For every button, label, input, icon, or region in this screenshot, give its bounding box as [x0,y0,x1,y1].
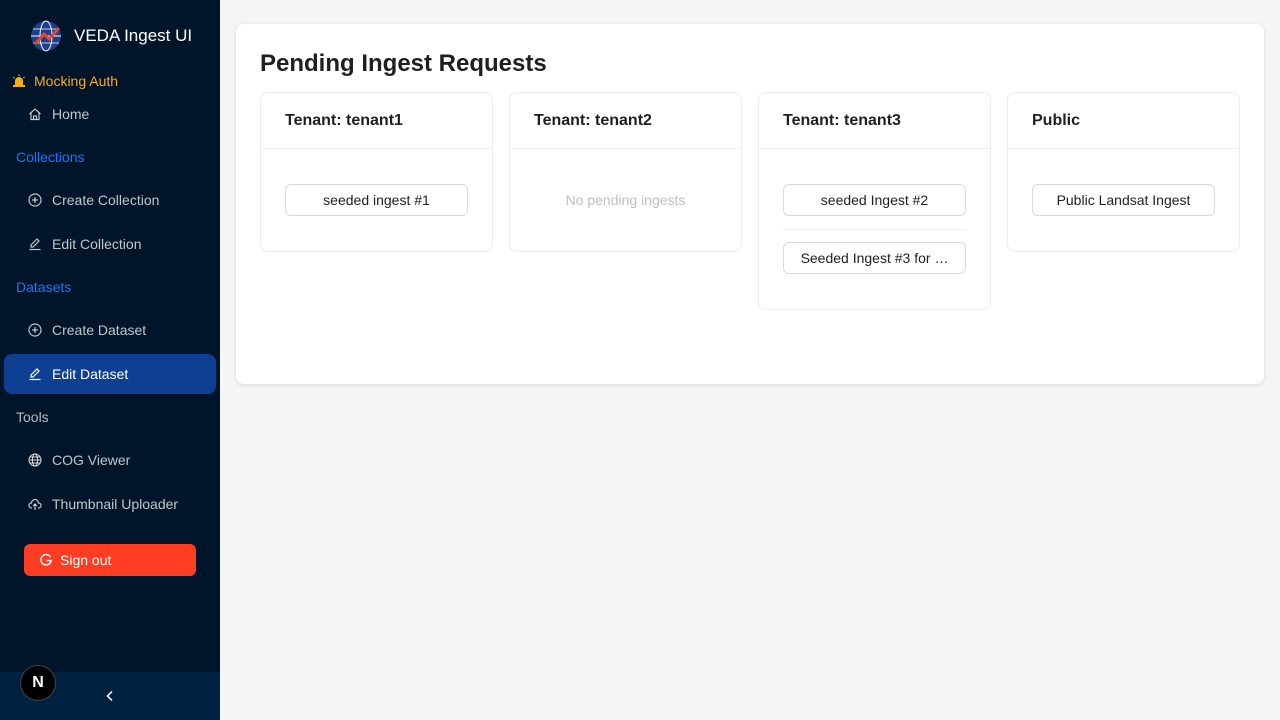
alarm-icon [13,74,25,87]
nav-thumbnail-uploader[interactable]: Thumbnail Uploader [4,484,216,524]
nav-cog-viewer[interactable]: COG Viewer [4,440,216,480]
cloud-upload-icon [28,498,42,510]
card-title: Tenant: tenant3 [759,93,990,149]
nav-create-collection[interactable]: Create Collection [4,180,216,220]
tenant-card-tenant3: Tenant: tenant3 seeded Ingest #2 Seeded … [758,92,991,310]
divider [783,229,966,230]
public-card: Public Public Landsat Ingest [1007,92,1240,252]
nav-home[interactable]: Home [4,94,216,134]
mock-auth-label: Mocking Auth [34,73,119,89]
empty-state-text: No pending ingests [565,192,686,208]
page-title: Pending Ingest Requests [260,50,547,77]
plus-circle-icon [28,323,42,337]
nav-cog-viewer-label: COG Viewer [52,452,131,468]
nav-edit-collection-label: Edit Collection [52,236,142,252]
pending-ingests-panel: Pending Ingest Requests Tenant: tenant1 … [236,24,1264,384]
ingest-button[interactable]: seeded Ingest #2 [783,184,966,216]
card-body: Public Landsat Ingest [1008,149,1239,251]
ingest-button[interactable]: seeded ingest #1 [285,184,468,216]
sign-out-button[interactable]: Sign out [24,544,196,576]
card-title: Tenant: tenant2 [510,93,741,149]
card-title: Public [1008,93,1239,149]
app-title: VEDA Ingest UI [74,26,193,45]
edit-icon [29,238,41,251]
tenant-card-tenant2: Tenant: tenant2 No pending ingests [509,92,742,252]
group-tools[interactable]: Tools [16,409,49,425]
card-title: Tenant: tenant1 [261,93,492,149]
brand[interactable]: VEDA Ingest UI [30,20,192,52]
nav-home-label: Home [52,106,90,122]
ingest-button-label: Public Landsat Ingest [1056,192,1191,208]
nav-create-dataset-label: Create Dataset [52,322,147,338]
veda-logo-icon [31,20,61,52]
mock-auth-indicator: Mocking Auth [12,73,118,89]
group-collections[interactable]: Collections [16,149,84,165]
sign-out-label: Sign out [60,552,112,568]
tenant-card-tenant1: Tenant: tenant1 seeded ingest #1 [260,92,493,252]
ingest-button[interactable]: Seeded Ingest #3 for … [783,242,966,274]
nav-create-collection-label: Create Collection [52,192,160,208]
ingest-button-label: seeded Ingest #2 [820,192,929,208]
group-datasets[interactable]: Datasets [16,279,71,295]
plus-circle-icon [28,193,42,207]
globe-icon [28,453,42,467]
nav-edit-dataset-label: Edit Dataset [52,366,129,382]
nav-thumbnail-uploader-label: Thumbnail Uploader [52,496,179,512]
nav-edit-dataset[interactable]: Edit Dataset [4,354,216,394]
home-icon [29,108,41,121]
chevron-left-icon [106,690,113,702]
card-body: seeded ingest #1 [261,149,492,251]
edit-icon [29,368,41,381]
ingest-button[interactable]: Public Landsat Ingest [1032,184,1215,216]
nav-create-dataset[interactable]: Create Dataset [4,310,216,350]
sidebar: VEDA Ingest UI Mocking Auth Home Collect… [0,0,220,720]
google-icon [40,553,53,566]
ingest-button-label: Seeded Ingest #3 for … [800,250,949,266]
nextjs-dev-badge[interactable]: N [20,665,56,701]
nav-edit-collection[interactable]: Edit Collection [4,224,216,264]
ingest-button-label: seeded ingest #1 [323,192,430,208]
card-body: No pending ingests [510,149,741,251]
card-body: seeded Ingest #2 Seeded Ingest #3 for … [759,149,990,309]
